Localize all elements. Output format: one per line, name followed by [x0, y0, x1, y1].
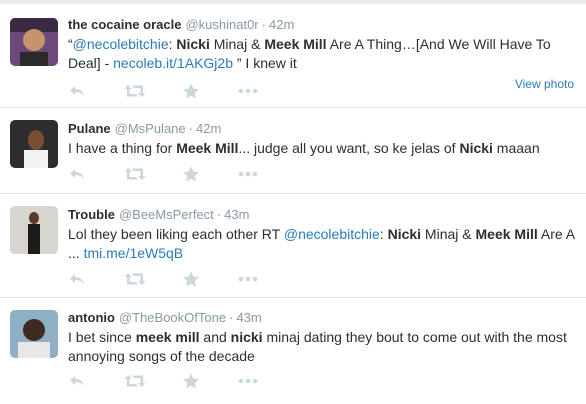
tweet[interactable]: Trouble @BeeMsPerfect · 43m Lol they been l… — [0, 194, 586, 298]
tweet-header: the cocaine oracle @kushinat0r · 42m — [68, 16, 578, 33]
timestamp[interactable]: 43m — [236, 310, 261, 325]
username[interactable]: @TheBookOfTone — [119, 310, 226, 325]
tweet[interactable]: Pulane @MsPulane · 42m I have a thing for M… — [0, 108, 586, 194]
tweet-header: antonio @TheBookOfTone · 43m — [68, 309, 578, 326]
tweet[interactable]: the cocaine oracle @kushinat0r · 42m “@neco… — [0, 4, 586, 108]
tweet-text-segment: I have a thing for — [68, 140, 177, 156]
retweet-icon[interactable] — [124, 83, 146, 99]
tweet-text-segment: Minaj & — [209, 36, 265, 52]
favorite-icon[interactable] — [182, 271, 200, 287]
tweet-text-segment: I bet since — [68, 329, 136, 345]
tweet-link[interactable]: necoleb.it/1AKGj2b — [113, 55, 233, 71]
tweet-header: Trouble @BeeMsPerfect · 43m — [68, 206, 578, 223]
view-photo-link[interactable]: View photo — [515, 77, 574, 91]
more-icon[interactable] — [238, 271, 258, 287]
avatar[interactable] — [10, 310, 58, 358]
highlighted-term: Nicki — [387, 226, 422, 242]
tweet-text: Lol they been liking each other RT @neco… — [68, 225, 578, 263]
avatar[interactable] — [10, 18, 58, 66]
tweet-header: Pulane @MsPulane · 42m — [68, 120, 578, 137]
highlighted-term: nicki — [230, 329, 263, 345]
fullname[interactable]: the cocaine oracle — [68, 17, 181, 32]
reply-icon[interactable] — [68, 166, 86, 182]
tweet-text-segment: maaan — [492, 140, 540, 156]
tweet-link[interactable]: tmi.me/1eW5qB — [84, 245, 184, 261]
highlighted-term: Meek Mill — [475, 226, 538, 242]
favorite-icon[interactable] — [182, 166, 200, 182]
tweet-text-segment: Minaj & — [421, 226, 476, 242]
favorite-icon[interactable] — [182, 83, 200, 99]
tweet-text-segment: : — [379, 226, 388, 242]
tweet-stream: the cocaine oracle @kushinat0r · 42m “@neco… — [0, 0, 586, 404]
favorite-icon[interactable] — [182, 373, 200, 389]
highlighted-term: Meek Mill — [264, 36, 327, 52]
highlighted-term: Meek Mill — [176, 140, 239, 156]
fullname[interactable]: antonio — [68, 310, 115, 325]
retweet-icon[interactable] — [124, 166, 146, 182]
separator: · — [229, 310, 234, 325]
highlighted-term: Nicki — [459, 140, 493, 156]
tweet-link[interactable]: @necolebitchie — [284, 226, 380, 242]
tweet-text: “@necolebitchie: Nicki Minaj & Meek Mill… — [68, 35, 578, 73]
tweet-text: I have a thing for Meek Mill... judge al… — [68, 139, 578, 158]
timestamp[interactable]: 42m — [196, 121, 221, 136]
tweet-link[interactable]: @necolebitchie — [73, 36, 169, 52]
tweet-text-segment: Lol they been liking each other RT — [68, 226, 284, 242]
tweet[interactable]: antonio @TheBookOfTone · 43m I bet since me… — [0, 298, 586, 404]
more-icon[interactable] — [238, 373, 258, 389]
tweet-text-segment: ” I knew it — [232, 55, 297, 71]
separator: · — [188, 121, 193, 136]
separator: · — [261, 17, 266, 32]
reply-icon[interactable] — [68, 373, 86, 389]
username[interactable]: @MsPulane — [115, 121, 186, 136]
highlighted-term: meek mill — [135, 329, 200, 345]
retweet-icon[interactable] — [124, 373, 146, 389]
separator: · — [216, 207, 222, 222]
timestamp[interactable]: 42m — [269, 17, 294, 32]
timestamp[interactable]: 43m — [224, 207, 249, 222]
tweet-text: I bet since meek mill and nicki minaj da… — [68, 328, 578, 366]
username[interactable]: @kushinat0r — [185, 17, 258, 32]
reply-icon[interactable] — [68, 83, 86, 99]
fullname[interactable]: Trouble — [68, 207, 115, 222]
username[interactable]: @BeeMsPerfect — [119, 207, 214, 222]
fullname[interactable]: Pulane — [68, 121, 111, 136]
reply-icon[interactable] — [68, 271, 86, 287]
more-icon[interactable] — [238, 166, 258, 182]
more-icon[interactable] — [238, 83, 258, 99]
avatar[interactable] — [10, 120, 58, 168]
highlighted-term: Nicki — [176, 36, 210, 52]
avatar[interactable] — [10, 206, 58, 254]
tweet-text-segment: and — [199, 329, 231, 345]
tweet-text-segment: ... judge all you want, so ke jelas of — [238, 140, 460, 156]
retweet-icon[interactable] — [124, 271, 146, 287]
